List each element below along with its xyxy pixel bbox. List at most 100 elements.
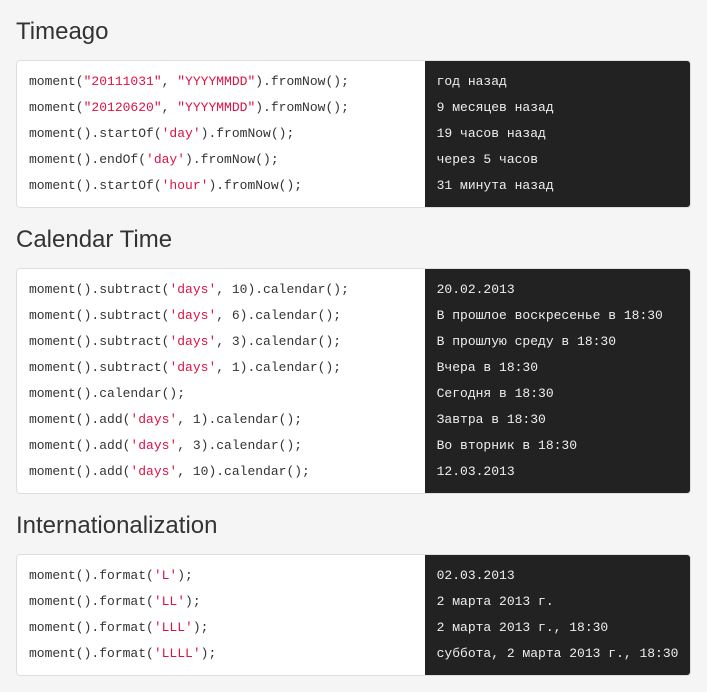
- code-token: 'days': [169, 334, 216, 349]
- code-token: 'days': [169, 308, 216, 323]
- code-column: moment().format('L');moment().format('LL…: [17, 555, 425, 675]
- output-line: 9 месяцев назад: [437, 95, 678, 121]
- code-token: 'hour': [162, 178, 209, 193]
- code-token: moment().startOf(: [29, 178, 162, 193]
- output-line: через 5 часов: [437, 147, 678, 173]
- section-title: Calendar Time: [16, 226, 691, 254]
- code-token: "20120620": [84, 100, 162, 115]
- output-column: 02.03.20132 марта 2013 г.2 марта 2013 г.…: [425, 555, 691, 675]
- code-token: moment().add(: [29, 438, 130, 453]
- code-token: 'days': [130, 464, 177, 479]
- code-line: moment("20120620", "YYYYMMDD").fromNow()…: [29, 95, 413, 121]
- example-block: moment().subtract('days', 10).calendar()…: [16, 268, 691, 494]
- code-token: 'day': [162, 126, 201, 141]
- code-line: moment().subtract('days', 10).calendar()…: [29, 277, 413, 303]
- code-token: 'LLLL': [154, 646, 201, 661]
- code-token: );: [201, 646, 217, 661]
- code-token: 'L': [154, 568, 177, 583]
- code-token: "YYYYMMDD": [177, 100, 255, 115]
- code-token: moment().format(: [29, 594, 154, 609]
- code-token: ).fromNow();: [208, 178, 302, 193]
- code-token: moment().add(: [29, 412, 130, 427]
- section: Timeagomoment("20111031", "YYYYMMDD").fr…: [0, 18, 707, 208]
- code-token: , 10).calendar();: [216, 282, 349, 297]
- code-token: 'LLL': [154, 620, 193, 635]
- code-token: , 10).calendar();: [177, 464, 310, 479]
- code-token: );: [177, 568, 193, 583]
- code-token: "YYYYMMDD": [177, 74, 255, 89]
- code-token: ,: [162, 74, 178, 89]
- code-token: moment(: [29, 74, 84, 89]
- code-line: moment().startOf('day').fromNow();: [29, 121, 413, 147]
- output-line: В прошлое воскресенье в 18:30: [437, 303, 678, 329]
- code-line: moment().subtract('days', 3).calendar();: [29, 329, 413, 355]
- code-token: 'day': [146, 152, 185, 167]
- code-token: "20111031": [84, 74, 162, 89]
- code-token: ).fromNow();: [255, 74, 349, 89]
- output-line: 20.02.2013: [437, 277, 678, 303]
- code-line: moment("20111031", "YYYYMMDD").fromNow()…: [29, 69, 413, 95]
- output-line: 12.03.2013: [437, 459, 678, 485]
- documentation-page: Timeagomoment("20111031", "YYYYMMDD").fr…: [0, 18, 707, 676]
- output-line: 19 часов назад: [437, 121, 678, 147]
- code-token: 'days': [169, 282, 216, 297]
- output-line: год назад: [437, 69, 678, 95]
- code-token: moment().endOf(: [29, 152, 146, 167]
- code-token: );: [193, 620, 209, 635]
- section: Internationalizationmoment().format('L')…: [0, 512, 707, 676]
- code-token: , 1).calendar();: [216, 360, 341, 375]
- code-line: moment().calendar();: [29, 381, 413, 407]
- code-line: moment().startOf('hour').fromNow();: [29, 173, 413, 199]
- code-token: ).fromNow();: [185, 152, 279, 167]
- code-line: moment().endOf('day').fromNow();: [29, 147, 413, 173]
- code-line: moment().add('days', 10).calendar();: [29, 459, 413, 485]
- code-token: ).fromNow();: [201, 126, 295, 141]
- code-line: moment().format('LL');: [29, 589, 413, 615]
- code-line: moment().format('L');: [29, 563, 413, 589]
- code-token: moment().subtract(: [29, 282, 169, 297]
- code-token: , 3).calendar();: [216, 334, 341, 349]
- output-line: 31 минута назад: [437, 173, 678, 199]
- code-token: );: [185, 594, 201, 609]
- code-token: 'days': [169, 360, 216, 375]
- section-title: Timeago: [16, 18, 691, 46]
- output-line: Во вторник в 18:30: [437, 433, 678, 459]
- code-line: moment().add('days', 1).calendar();: [29, 407, 413, 433]
- section: Calendar Timemoment().subtract('days', 1…: [0, 226, 707, 494]
- code-token: moment().format(: [29, 646, 154, 661]
- code-token: moment().format(: [29, 568, 154, 583]
- output-line: В прошлую среду в 18:30: [437, 329, 678, 355]
- code-line: moment().format('LLLL');: [29, 641, 413, 667]
- code-column: moment().subtract('days', 10).calendar()…: [17, 269, 425, 493]
- output-line: Вчера в 18:30: [437, 355, 678, 381]
- code-token: 'days': [130, 412, 177, 427]
- code-token: moment().subtract(: [29, 334, 169, 349]
- example-block: moment("20111031", "YYYYMMDD").fromNow()…: [16, 60, 691, 208]
- code-token: , 3).calendar();: [177, 438, 302, 453]
- output-line: Завтра в 18:30: [437, 407, 678, 433]
- code-line: moment().subtract('days', 1).calendar();: [29, 355, 413, 381]
- output-line: 2 марта 2013 г.: [437, 589, 679, 615]
- code-line: moment().format('LLL');: [29, 615, 413, 641]
- code-token: moment().add(: [29, 464, 130, 479]
- code-token: 'days': [130, 438, 177, 453]
- output-line: суббота, 2 марта 2013 г., 18:30: [437, 641, 679, 667]
- code-line: moment().add('days', 3).calendar();: [29, 433, 413, 459]
- code-token: moment().startOf(: [29, 126, 162, 141]
- output-column: год назад9 месяцев назад19 часов назадче…: [425, 61, 690, 207]
- code-token: moment(: [29, 100, 84, 115]
- code-column: moment("20111031", "YYYYMMDD").fromNow()…: [17, 61, 425, 207]
- code-token: ).fromNow();: [255, 100, 349, 115]
- code-token: , 6).calendar();: [216, 308, 341, 323]
- output-line: Сегодня в 18:30: [437, 381, 678, 407]
- code-token: , 1).calendar();: [177, 412, 302, 427]
- code-token: moment().subtract(: [29, 308, 169, 323]
- code-token: moment().format(: [29, 620, 154, 635]
- example-block: moment().format('L');moment().format('LL…: [16, 554, 691, 676]
- code-token: moment().subtract(: [29, 360, 169, 375]
- code-token: 'LL': [154, 594, 185, 609]
- output-column: 20.02.2013В прошлое воскресенье в 18:30В…: [425, 269, 690, 493]
- code-token: ,: [162, 100, 178, 115]
- section-title: Internationalization: [16, 512, 691, 540]
- output-line: 2 марта 2013 г., 18:30: [437, 615, 679, 641]
